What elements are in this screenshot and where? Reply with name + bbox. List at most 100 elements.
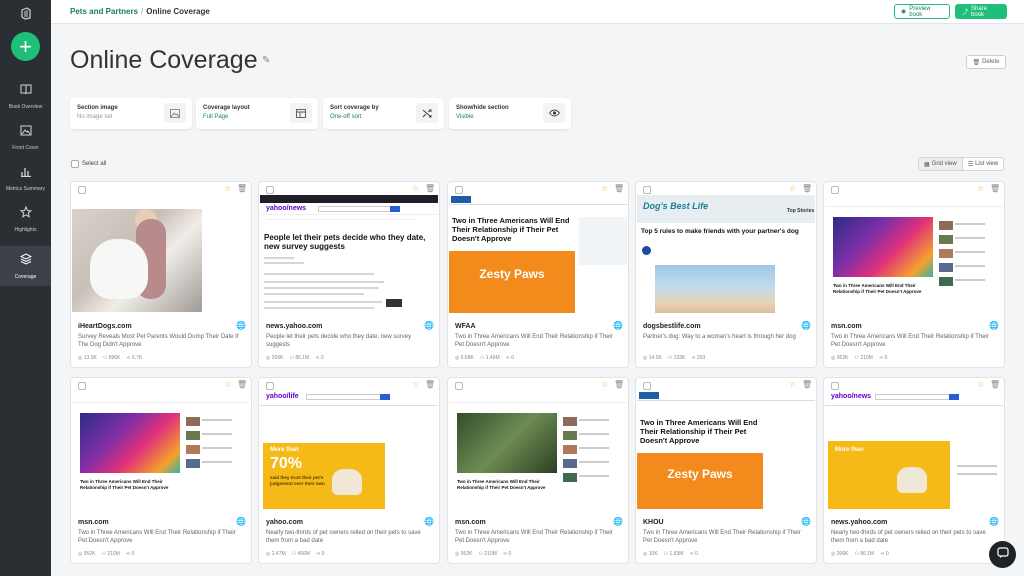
thumb-brand: Zesty Paws	[667, 467, 733, 481]
trash-icon[interactable]: 🗑	[990, 380, 1000, 389]
list-view-button[interactable]: ☰ List view	[963, 158, 1003, 170]
card-checkbox[interactable]	[455, 186, 463, 194]
trash-icon[interactable]: 🗑	[237, 184, 247, 193]
card-domain: news.yahoo.com	[266, 323, 323, 330]
trash-icon[interactable]: 🗑	[425, 184, 435, 193]
card-domain: KHOU	[643, 519, 664, 526]
card-checkbox[interactable]	[831, 382, 839, 390]
trash-icon[interactable]: 🗑	[990, 184, 1000, 193]
coverage-card[interactable]: ☆ 🗑 Two in Three Americans Will End Thei…	[447, 181, 629, 368]
card-checkbox[interactable]	[78, 186, 86, 194]
star-icon[interactable]: ☆	[601, 380, 608, 389]
trash-icon[interactable]: 🗑	[614, 380, 624, 389]
thumb-big-number: 70%	[270, 455, 303, 472]
shares-stat: ⋖ 0	[316, 551, 325, 557]
coverage-layout-setting[interactable]: Coverage layout Full Page	[196, 98, 318, 129]
star-icon[interactable]: ☆	[224, 184, 231, 193]
globe-icon: 🌐	[424, 517, 434, 526]
card-checkbox[interactable]	[78, 382, 86, 390]
trash-icon[interactable]: 🗑	[614, 184, 624, 193]
trash-icon[interactable]: 🗑	[802, 380, 812, 389]
breadcrumb-parent[interactable]: Pets and Partners	[70, 7, 138, 16]
delete-button[interactable]: 🗑 Delete	[966, 55, 1006, 69]
reach-stat: ⚇ 466M	[291, 551, 311, 557]
card-stats: ◎ 10K ⚇ 1.83M ⋖ 0	[643, 551, 698, 557]
star-icon[interactable]: ☆	[977, 380, 984, 389]
yahoo-life-logo: yahoo/life	[266, 393, 299, 400]
grid-icon: ▦	[924, 161, 930, 168]
coverage-card[interactable]: ☆ 🗑 yahoo/news More than news.yahoo.com …	[823, 377, 1005, 564]
card-description: People let their pets decide who they da…	[266, 334, 412, 348]
coverage-card[interactable]: ☆ 🗑 iHeartDogs.com 🌐 Survey Reveals Most…	[70, 181, 252, 368]
views-stat: ◎ 6.68K	[455, 355, 474, 361]
star-icon[interactable]: ☆	[224, 380, 231, 389]
eye-icon: ◉	[901, 9, 907, 15]
section-image-setting[interactable]: Section image No image set	[70, 98, 192, 129]
sort-coverage-setting[interactable]: Sort coverage by One-off sort	[323, 98, 444, 129]
trash-icon[interactable]: 🗑	[237, 380, 247, 389]
views-stat: ◎ 952K	[455, 551, 473, 557]
star-icon[interactable]: ☆	[412, 184, 419, 193]
card-checkbox[interactable]	[643, 382, 651, 390]
star-icon[interactable]: ☆	[977, 184, 984, 193]
breadcrumb-separator: /	[141, 7, 144, 16]
breadcrumb-current: Online Coverage	[146, 7, 210, 16]
card-checkbox[interactable]	[266, 382, 274, 390]
card-checkbox[interactable]	[455, 382, 463, 390]
card-stats: ◎ 6.68K ⚇ 1.49M ⋖ 0	[455, 355, 514, 361]
card-stats: ◎ 2.47M ⚇ 466M ⋖ 0	[266, 551, 324, 557]
reach-stat: ⚇ 132K	[667, 355, 686, 361]
add-button[interactable]: +	[11, 32, 40, 61]
coverage-card[interactable]: ☆ 🗑 yahoo/news People let their pets dec…	[258, 181, 440, 368]
reach-stat: ⚇ 86.1M	[854, 551, 875, 557]
share-icon: ⤴	[962, 10, 969, 16]
globe-icon: 🌐	[613, 517, 623, 526]
app-logo[interactable]	[0, 0, 51, 26]
shares-stat: ⋖ 0	[315, 355, 324, 361]
card-thumbnail	[72, 195, 250, 313]
star-icon[interactable]: ☆	[412, 380, 419, 389]
reach-stat: ⚇ 210M	[101, 551, 120, 557]
chat-button[interactable]	[989, 541, 1016, 568]
page-title: Online Coverage	[70, 46, 258, 74]
coverage-card[interactable]: ☆ 🗑 Two in Three Americans Will End Thei…	[70, 377, 252, 564]
views-stat: ◎ 10K	[643, 551, 658, 557]
card-checkbox[interactable]	[831, 186, 839, 194]
show-hide-setting[interactable]: Show/hide section Visible	[449, 98, 571, 129]
coverage-card[interactable]: ☆ 🗑 yahoo/life More than 70% said they t…	[258, 377, 440, 564]
share-book-button[interactable]: ⤴ Share book	[955, 4, 1007, 19]
card-checkbox[interactable]	[643, 186, 651, 194]
sidebar-item-label: Front Cover	[12, 145, 39, 151]
sidebar-item-highlights[interactable]: Highlights	[0, 205, 51, 245]
select-all-checkbox[interactable]	[71, 159, 79, 168]
coverage-card[interactable]: ☆ 🗑 Two in Three Americans Will End Thei…	[447, 377, 629, 564]
grid-view-button[interactable]: ▦ Grid view	[919, 158, 963, 170]
globe-icon: 🌐	[989, 517, 999, 526]
trash-icon[interactable]: 🗑	[802, 184, 812, 193]
star-icon[interactable]: ☆	[789, 184, 796, 193]
card-checkbox[interactable]	[266, 186, 274, 194]
shares-stat: ⋖ 0	[502, 551, 512, 557]
select-all[interactable]: Select all	[71, 158, 106, 169]
globe-icon: 🌐	[613, 321, 623, 330]
sidebar-item-front-cover[interactable]: Front Cover	[0, 123, 51, 163]
preview-book-button[interactable]: ◉ Preview book	[894, 4, 950, 19]
edit-title-icon[interactable]: ✎	[262, 55, 270, 66]
sidebar-item-coverage[interactable]: Coverage	[0, 246, 51, 286]
image-icon	[20, 123, 32, 141]
star-icon[interactable]: ☆	[601, 184, 608, 193]
card-thumbnail: Two in Three Americans Will End Their Re…	[449, 391, 627, 509]
star-icon[interactable]: ☆	[789, 380, 796, 389]
coverage-card[interactable]: ☆ 🗑 Two in Three Americans Will End Thei…	[823, 181, 1005, 368]
sidebar-item-metrics-summary[interactable]: Metrics Summary	[0, 164, 51, 204]
coverage-card[interactable]: ☆ 🗑 Two in Three Americans Will End Thei…	[635, 377, 817, 564]
coverage-card[interactable]: ☆ 🗑 Dog's Best Life Top Stories Top 5 ru…	[635, 181, 817, 368]
card-description: Nearly two-thirds of pet owners relied o…	[831, 530, 986, 544]
sidebar-item-book-overview[interactable]: Book Overview	[0, 82, 51, 122]
card-description: Two in Three Americans Will End Their Re…	[455, 334, 613, 348]
trash-icon[interactable]: 🗑	[425, 380, 435, 389]
setting-value: Visible	[456, 114, 474, 120]
card-thumbnail: Two in Three Americans Will End Their Re…	[825, 195, 1003, 313]
globe-icon: 🌐	[424, 321, 434, 330]
sidebar: + Book Overview Front Cover Metrics Summ…	[0, 0, 51, 576]
